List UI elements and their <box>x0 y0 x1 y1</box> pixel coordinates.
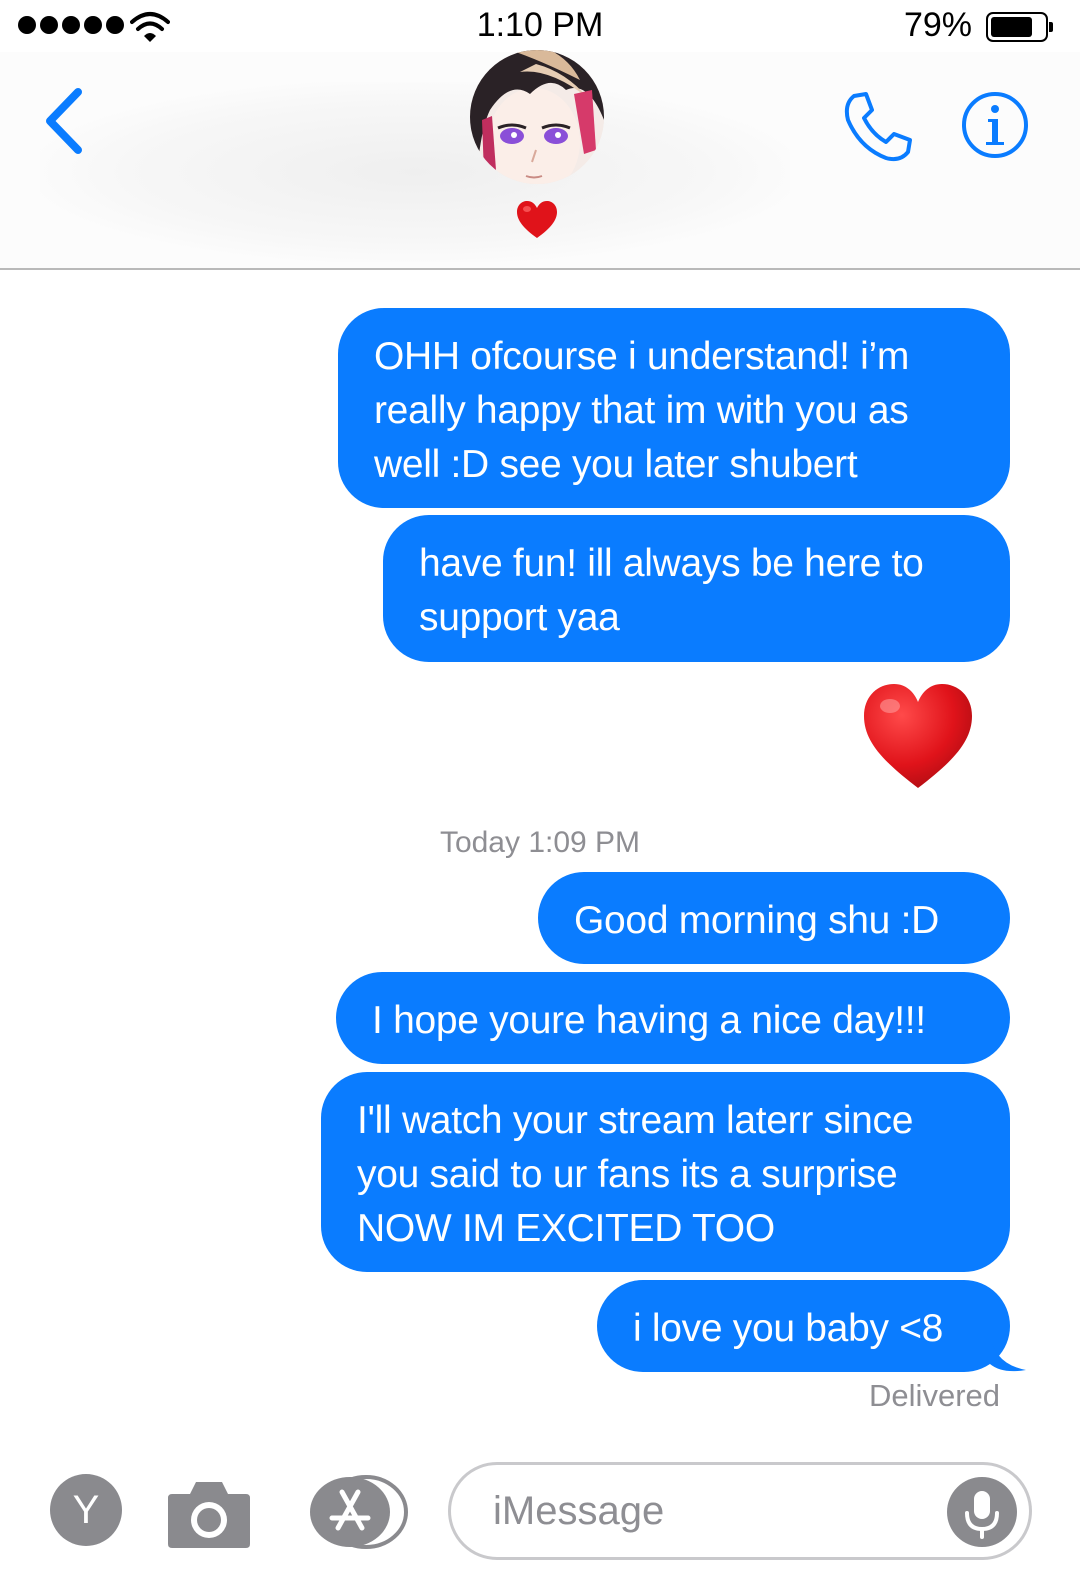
heart-emoji-message[interactable] <box>862 682 974 792</box>
message-timestamp: Today 1:09 PM <box>439 826 641 859</box>
sent-message-bubble[interactable]: Good morning shu :D <box>538 872 1010 964</box>
bubble-tail <box>990 1334 1026 1372</box>
profile-avatar-button[interactable]: Y <box>50 1474 122 1546</box>
back-chevron-icon[interactable] <box>40 86 100 156</box>
contact-name-blurred <box>40 82 790 262</box>
sent-message-bubble[interactable]: i love you baby <8 <box>597 1280 1010 1372</box>
imessage-input[interactable]: iMessage <box>448 1462 1032 1560</box>
info-icon[interactable] <box>960 90 1030 160</box>
conversation-header <box>0 50 1080 270</box>
microphone-icon <box>965 1491 999 1539</box>
microphone-button[interactable] <box>947 1477 1017 1547</box>
sent-message-bubble[interactable]: I'll watch your stream laterr since you … <box>321 1072 1010 1272</box>
app-store-icon[interactable] <box>306 1474 410 1550</box>
phone-call-icon[interactable] <box>840 90 918 164</box>
battery-percentage: 79% <box>903 6 972 44</box>
sent-message-bubble[interactable]: OHH ofcourse i understand! i’m really ha… <box>338 308 1010 508</box>
camera-icon[interactable] <box>166 1476 252 1550</box>
sent-message-bubble[interactable]: I hope youre having a nice day!!! <box>336 972 1010 1064</box>
sent-message-bubble[interactable]: have fun! ill always be here to support … <box>383 515 1010 662</box>
status-bar: 1:10 PM 79% <box>0 0 1080 52</box>
heart-emoji-icon <box>517 201 557 238</box>
input-placeholder: iMessage <box>493 1489 665 1533</box>
compose-bar: Y iMessage <box>0 1440 1080 1572</box>
battery-icon <box>986 12 1053 42</box>
contact-avatar[interactable] <box>470 50 604 184</box>
delivery-status: Delivered <box>869 1378 1000 1413</box>
